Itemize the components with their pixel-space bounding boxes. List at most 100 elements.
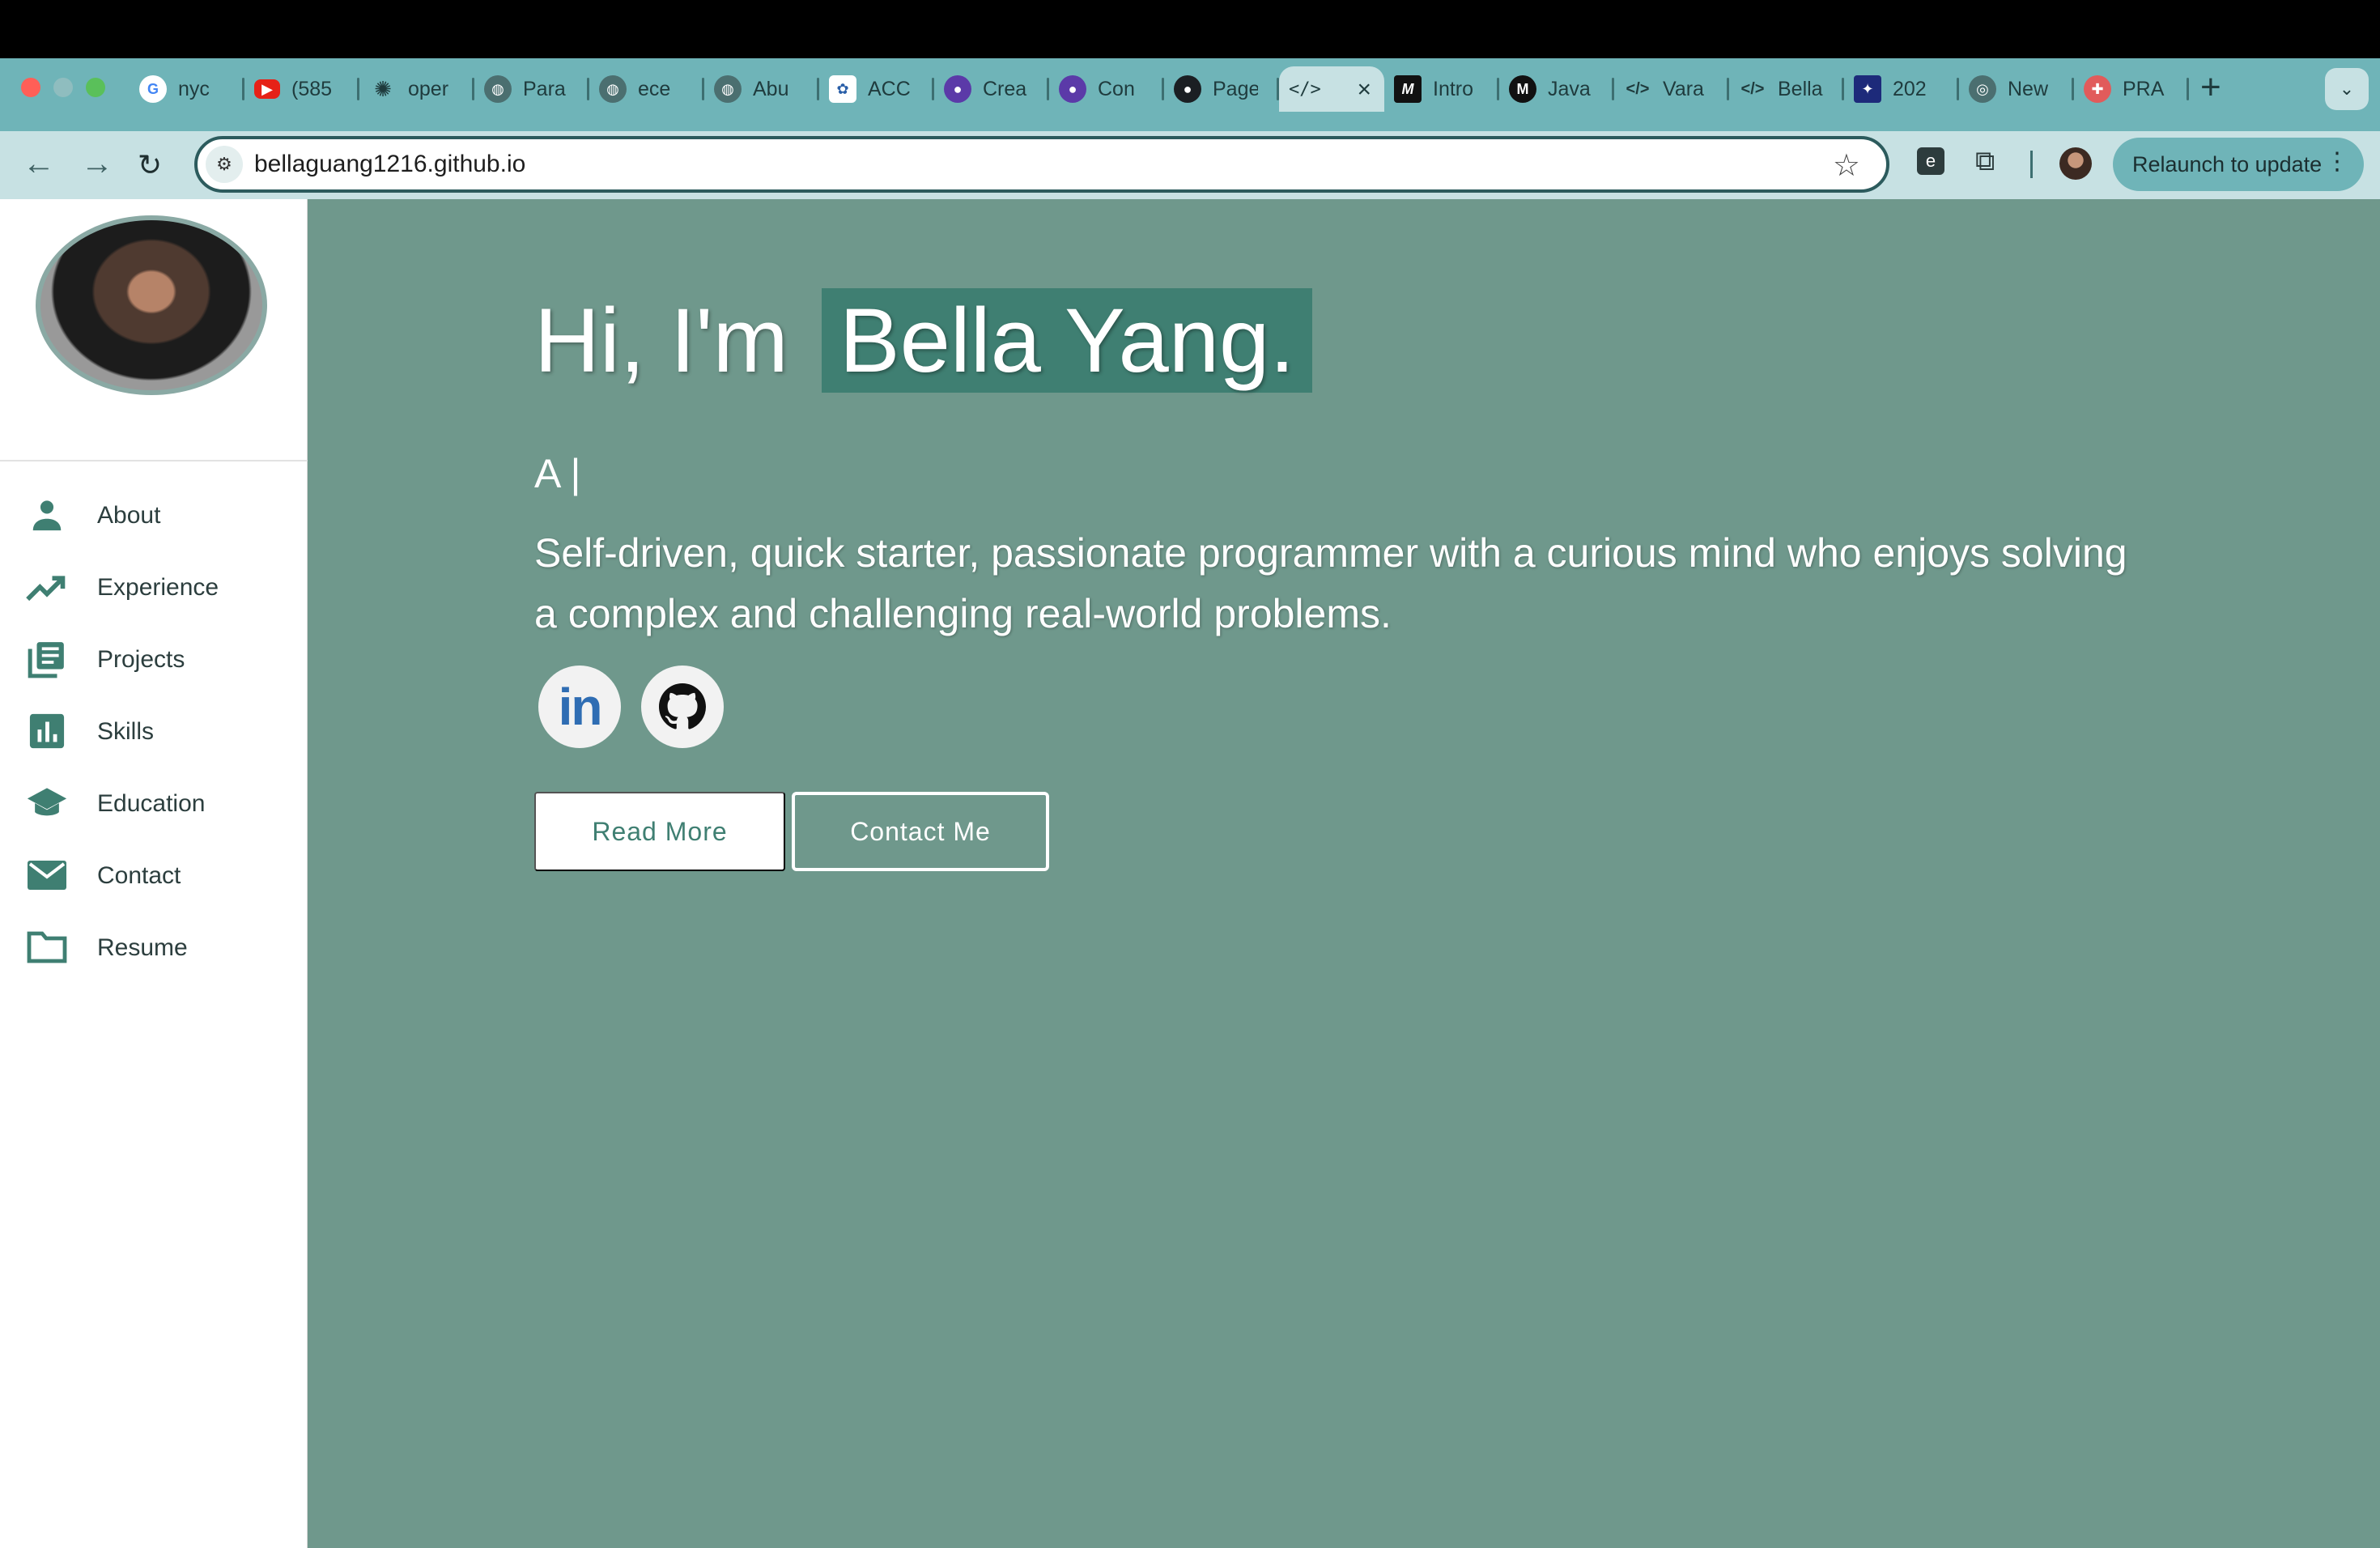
relaunch-button[interactable]: Relaunch to update ⋮	[2113, 138, 2364, 191]
github-icon: ●	[1174, 75, 1201, 103]
bookmark-star-icon[interactable]: ☆	[1833, 147, 1860, 184]
github-link[interactable]	[641, 666, 724, 748]
sidebar-item-experience[interactable]: Experience	[0, 551, 308, 623]
browser-tab[interactable]: ● Crea	[934, 66, 1049, 112]
sidebar-item-skills[interactable]: Skills	[0, 695, 308, 768]
browser-tab[interactable]: M Intro	[1384, 66, 1499, 112]
browser-tab[interactable]: ✺ oper	[359, 66, 474, 112]
tab-label: Java	[1548, 77, 1591, 100]
back-arrow-icon[interactable]: ←	[23, 147, 55, 180]
github-icon	[659, 683, 706, 729]
tab-label: Page	[1213, 77, 1258, 100]
sidebar-item-label: Experience	[97, 574, 219, 601]
sidebar-item-projects[interactable]: Projects	[0, 623, 308, 695]
forward-arrow-icon[interactable]: →	[81, 147, 113, 180]
sidebar-item-resume[interactable]: Resume	[0, 912, 308, 984]
tab-label: Vara	[1663, 77, 1704, 100]
folder-icon	[26, 926, 68, 968]
code-icon: </>	[1740, 79, 1765, 98]
browser-tab[interactable]: </> Bella	[1729, 66, 1844, 112]
tab-list: G nyc ▶ (585 ✺ oper ◍ Para ◍ ece ◍ Abu ✿…	[130, 66, 2189, 112]
tab-label: Con	[1098, 77, 1135, 100]
acc-icon: ✿	[829, 75, 856, 103]
read-more-button[interactable]: Read More	[534, 792, 785, 871]
browser-tab[interactable]: G nyc	[130, 66, 244, 112]
tab-label: Crea	[983, 77, 1027, 100]
browser-tab[interactable]: ✦ 202	[1844, 66, 1959, 112]
openai-icon: ✺	[374, 76, 392, 101]
browser-tab[interactable]: ✚ PRA	[2074, 66, 2189, 112]
new-tab-button[interactable]: +	[2200, 70, 2221, 105]
typed-role-text: A |	[534, 451, 581, 496]
library-icon	[26, 638, 68, 680]
sidebar-item-label: Education	[97, 790, 206, 817]
lifebuoy-icon: ✚	[2084, 75, 2111, 103]
browser-tab[interactable]: ● Con	[1049, 66, 1164, 112]
tab-search-button[interactable]: ⌄	[2325, 68, 2369, 110]
system-top-strip	[0, 0, 2380, 58]
globe-icon: ◍	[599, 75, 627, 103]
browser-tab[interactable]: ✿ ACC	[819, 66, 934, 112]
reload-icon[interactable]: ↻	[138, 149, 162, 181]
extension-icon[interactable]: e	[1917, 147, 1944, 175]
browser-tab[interactable]: ◎ New	[1959, 66, 2074, 112]
hero-section: Hi, I'm Bella Yang. A | Self-driven, qui…	[308, 199, 2380, 1548]
more-menu-icon[interactable]: ⋮	[2325, 147, 2349, 176]
browser-tab[interactable]: ◍ ece	[589, 66, 704, 112]
tab-label: 202	[1893, 77, 1927, 100]
github-icon: ●	[1059, 75, 1086, 103]
m-circle-icon: M	[1509, 75, 1536, 103]
sidebar-item-education[interactable]: Education	[0, 768, 308, 840]
m-icon: M	[1394, 75, 1422, 103]
browser-tab[interactable]: </> Vara	[1614, 66, 1729, 112]
globe-icon: ◍	[484, 75, 512, 103]
hero-name-highlight: Bella Yang.	[821, 288, 1313, 393]
tab-label: PRA	[2123, 77, 2165, 100]
browser-toolbar: ← → ↻ ⚙ bellaguang1216.github.io ☆ e ⧉ R…	[0, 131, 2380, 199]
url-text[interactable]: bellaguang1216.github.io	[254, 151, 525, 178]
sidebar-item-label: Skills	[97, 718, 155, 745]
browser-tab[interactable]: M Java	[1499, 66, 1614, 112]
globe-icon: ◍	[714, 75, 742, 103]
browser-tab[interactable]: ◍ Para	[474, 66, 589, 112]
sidebar-item-label: Contact	[97, 862, 181, 889]
zoom-window-button[interactable]	[86, 78, 105, 97]
browser-tab[interactable]: ◍ Abu	[704, 66, 819, 112]
profile-photo	[36, 215, 267, 395]
tab-label: Abu	[753, 77, 789, 100]
sidebar: About Experience Projects Skills Educati…	[0, 199, 308, 1548]
trending-up-icon	[26, 566, 68, 608]
tab-label: ACC	[868, 77, 911, 100]
tab-label: Bella	[1778, 77, 1823, 100]
site-settings-icon[interactable]: ⚙	[206, 146, 243, 183]
close-window-button[interactable]	[21, 78, 40, 97]
browser-tab[interactable]: ● Page	[1164, 66, 1279, 112]
sidebar-item-about[interactable]: About	[0, 479, 308, 551]
linkedin-link[interactable]: in	[538, 666, 621, 748]
address-bar[interactable]: ⚙ bellaguang1216.github.io ☆	[194, 136, 1889, 193]
google-icon: G	[139, 75, 167, 103]
mail-icon	[26, 854, 68, 896]
close-tab-icon[interactable]: ×	[1357, 76, 1371, 104]
sidebar-item-label: Resume	[97, 934, 188, 961]
tab-label: Para	[523, 77, 566, 100]
sidebar-item-contact[interactable]: Contact	[0, 840, 308, 912]
sidebar-item-label: Projects	[97, 646, 185, 673]
youtube-icon: ▶	[254, 79, 280, 99]
code-icon: </>	[1289, 79, 1321, 100]
minimize-window-button[interactable]	[53, 78, 73, 97]
hero-bio: Self-driven, quick starter, passionate p…	[534, 530, 2127, 636]
sidebar-divider	[0, 460, 308, 461]
sidebar-item-label: About	[97, 502, 161, 529]
code-icon: </>	[1626, 79, 1650, 98]
tab-label: Intro	[1433, 77, 1474, 100]
contact-me-button[interactable]: Contact Me	[792, 792, 1049, 871]
graduation-cap-icon	[26, 782, 68, 824]
profile-avatar[interactable]	[2059, 147, 2092, 180]
tab-label: (585	[291, 77, 333, 100]
browser-tab-active[interactable]: </> ×	[1279, 66, 1384, 112]
tab-label: New	[2008, 77, 2049, 100]
linkedin-icon: in	[558, 678, 603, 736]
puzzle-extensions-icon[interactable]: ⧉	[1975, 146, 1995, 177]
browser-tab[interactable]: ▶ (585	[244, 66, 359, 112]
